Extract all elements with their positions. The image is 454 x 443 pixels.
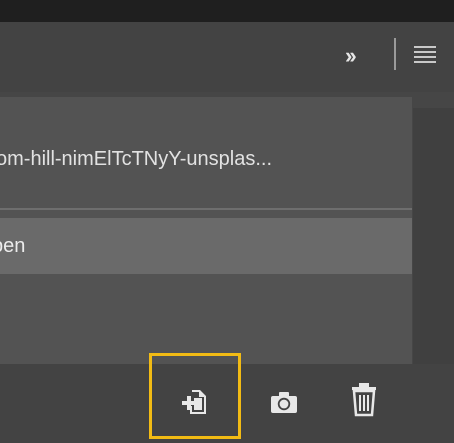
panel-header [0, 22, 454, 92]
history-panel: ›› om-hill-nimElTcTNyY-unsplas... pen [0, 0, 454, 443]
history-divider [0, 208, 412, 210]
highlight-box [149, 353, 241, 439]
history-snapshot-label: om-hill-nimElTcTNyY-unsplas... [0, 148, 272, 170]
create-snapshot-button[interactable] [268, 386, 300, 418]
camera-icon [271, 392, 297, 413]
header-divider [394, 38, 396, 70]
panel-scroll-area[interactable] [413, 108, 454, 364]
trash-icon [352, 383, 376, 417]
collapse-panels-icon[interactable]: ›› [345, 41, 381, 71]
title-strip [0, 0, 454, 22]
panel-menu-icon[interactable] [414, 46, 436, 64]
history-state-open-label: pen [0, 235, 26, 257]
delete-state-button[interactable] [350, 381, 382, 417]
